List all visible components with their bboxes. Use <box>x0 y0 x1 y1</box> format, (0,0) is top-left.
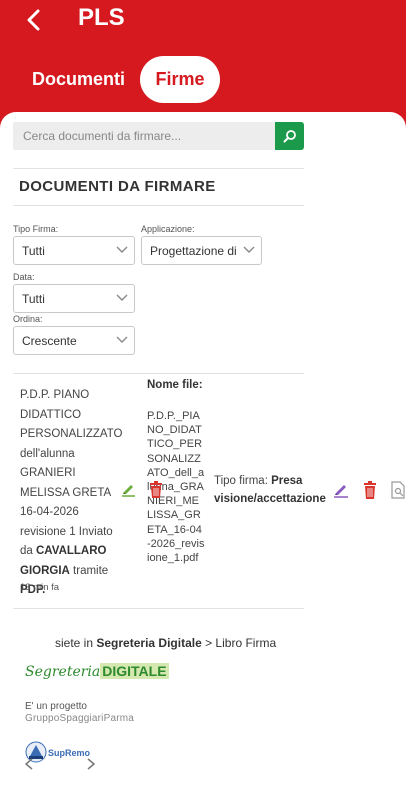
sign-pen-icon[interactable] <box>333 482 349 498</box>
file-name-label: Nome file: <box>147 379 203 391</box>
app-title: PLS <box>78 4 125 31</box>
tipo-firma-info: Tipo firma: Presa visione/accettazione <box>214 473 338 508</box>
sign-pen-icon[interactable] <box>121 482 136 497</box>
document-description: P.D.P. PIANO DIDATTICO PERSONALIZZATO de… <box>20 386 126 601</box>
filter-label-tipo-firma: Tipo Firma: <box>13 224 59 234</box>
chevron-down-icon <box>116 246 128 253</box>
logo-script: Segreteria <box>25 664 101 680</box>
footer-location[interactable]: Segreteria Digitale <box>96 636 201 650</box>
tab-documenti[interactable]: Documenti <box>32 69 125 90</box>
breadcrumb-footer: siete in Segreteria Digitale > Libro Fir… <box>55 636 276 650</box>
logo-bold: DIGITALE <box>100 663 169 679</box>
project-line: E' un progetto <box>25 701 87 712</box>
document-preview-icon[interactable] <box>391 481 406 499</box>
tipo-firma-value: Tutti <box>22 243 45 258</box>
segreteria-digitale-logo: Segreteria DIGITALE <box>25 663 169 680</box>
search-button[interactable] <box>275 122 304 150</box>
tab-firme[interactable]: Firme <box>140 56 220 103</box>
section-title: DOCUMENTI DA FIRMARE <box>19 178 216 195</box>
search-input[interactable] <box>13 122 275 150</box>
trash-icon[interactable] <box>363 481 377 499</box>
applicazione-select[interactable]: Progettazione di <box>141 236 262 265</box>
chevron-left-icon[interactable] <box>24 758 34 770</box>
document-via-word: tramite <box>73 564 109 577</box>
tipo-firma-select[interactable]: Tutti <box>13 236 135 265</box>
chevron-down-icon <box>116 294 128 301</box>
footer-prefix: siete in <box>55 636 94 650</box>
divider <box>13 373 304 374</box>
document-time: 13 min fa <box>20 582 60 593</box>
filter-label-data: Data: <box>13 272 35 282</box>
divider <box>13 205 304 206</box>
data-select[interactable]: Tutti <box>13 284 135 313</box>
tipo-firma-label: Tipo firma: <box>214 475 268 487</box>
back-arrow-icon[interactable] <box>22 8 46 32</box>
filter-label-applicazione: Applicazione: <box>141 224 195 234</box>
document-desc-text: P.D.P. PIANO DIDATTICO PERSONALIZZATO de… <box>20 389 123 557</box>
company-name: GruppoSpaggiariParma <box>25 713 135 724</box>
data-value: Tutti <box>22 291 45 306</box>
trash-icon[interactable] <box>149 481 163 498</box>
applicazione-value: Progettazione di <box>150 243 237 258</box>
search-icon <box>283 130 296 143</box>
chevron-down-icon <box>116 336 128 343</box>
supremo-label: SupRemo <box>48 748 91 758</box>
ordina-value: Crescente <box>22 333 77 348</box>
divider <box>13 608 304 609</box>
chevron-down-icon <box>243 246 255 253</box>
footer-suffix: > Libro Firma <box>205 636 277 650</box>
filter-label-ordina: Ordina: <box>13 314 43 324</box>
chevron-right-icon[interactable] <box>86 758 96 770</box>
divider <box>13 168 304 169</box>
ordina-select[interactable]: Crescente <box>13 326 135 355</box>
